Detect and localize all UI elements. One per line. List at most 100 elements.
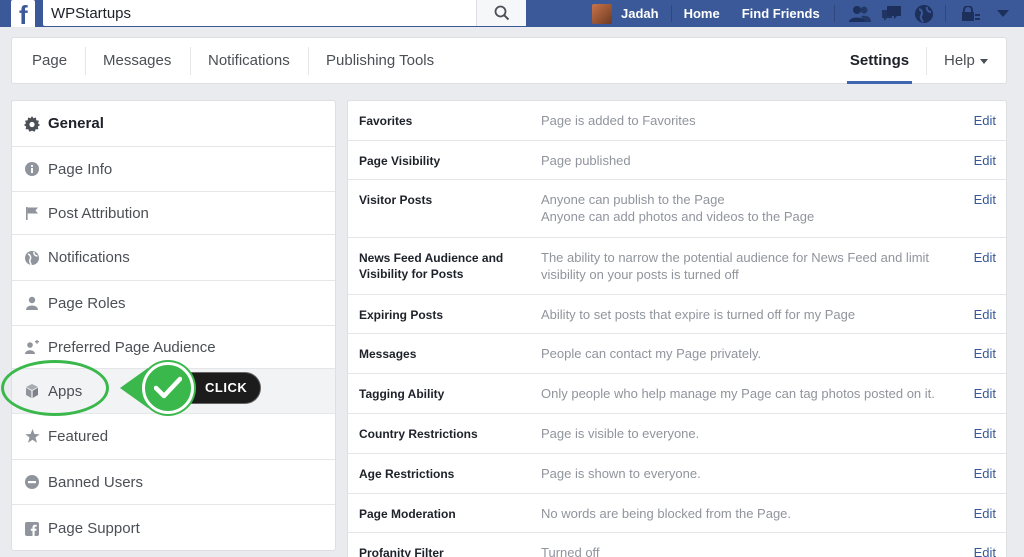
sidebar-item-label: Page Roles	[48, 294, 126, 312]
edit-link[interactable]: Edit	[974, 465, 996, 482]
settings-sidebar: General Page Info Post Attribution Notif…	[11, 100, 336, 551]
account-menu-icon[interactable]	[992, 4, 1014, 24]
row-value: Page is visible to everyone.	[541, 426, 700, 441]
tab-divider	[190, 47, 191, 75]
sidebar-item-page-roles[interactable]: Page Roles	[12, 281, 335, 326]
sidebar-item-notifications[interactable]: Notifications	[12, 235, 335, 281]
table-row: Messages People can contact my Page priv…	[348, 334, 1006, 374]
row-label: Page Visibility	[359, 154, 441, 168]
sidebar-item-featured[interactable]: Featured	[12, 414, 335, 460]
friend-requests-icon[interactable]	[848, 4, 871, 24]
edit-link[interactable]: Edit	[974, 345, 996, 362]
tab-settings[interactable]: Settings	[847, 38, 912, 84]
row-label: Messages	[359, 347, 417, 361]
highlight-ring	[1, 360, 109, 416]
tab-divider	[308, 47, 309, 75]
home-link[interactable]: Home	[684, 6, 720, 21]
row-value: Anyone can publish to the Page Anyone ca…	[541, 192, 815, 224]
edit-link[interactable]: Edit	[974, 505, 996, 522]
sidebar-item-label: Preferred Page Audience	[48, 338, 216, 356]
ban-icon	[24, 474, 40, 490]
sidebar-item-label: General	[48, 115, 104, 132]
sidebar-item-general[interactable]: General	[12, 101, 335, 147]
sidebar-item-label: Featured	[48, 428, 109, 445]
facebook-logo-icon[interactable]: f	[11, 0, 35, 28]
page-navigation: Page Messages Notifications Publishing T…	[11, 37, 1007, 84]
top-nav-right: Jadah Home Find Friends	[592, 0, 1024, 27]
edit-link[interactable]: Edit	[974, 544, 996, 557]
sidebar-item-page-info[interactable]: Page Info	[12, 147, 335, 192]
person-icon	[24, 295, 40, 311]
table-row: Favorites Page is added to Favorites Edi…	[348, 101, 1006, 141]
messages-icon[interactable]	[881, 4, 903, 24]
tab-messages[interactable]: Messages	[103, 38, 171, 83]
search-input[interactable]	[43, 0, 483, 26]
row-value: Turned off	[541, 545, 600, 557]
info-icon	[24, 161, 40, 177]
search-box	[43, 0, 526, 26]
search-icon	[494, 5, 509, 21]
row-value: Only people who help manage my Page can …	[541, 386, 935, 401]
find-friends-link[interactable]: Find Friends	[742, 6, 820, 21]
profile-link[interactable]: Jadah	[621, 6, 659, 21]
edit-link[interactable]: Edit	[974, 249, 996, 266]
table-row: Country Restrictions Page is visible to …	[348, 414, 1006, 454]
table-row: Tagging Ability Only people who help man…	[348, 374, 1006, 414]
table-row: Page Moderation No words are being block…	[348, 494, 1006, 533]
table-row: News Feed Audience and Visibility for Po…	[348, 238, 1006, 295]
row-label: Page Moderation	[359, 507, 456, 521]
row-value: No words are being blocked from the Page…	[541, 506, 792, 521]
nav-divider	[944, 5, 946, 22]
row-label: Country Restrictions	[359, 427, 478, 441]
tab-page[interactable]: Page	[32, 38, 67, 83]
edit-link[interactable]: Edit	[974, 112, 996, 129]
sidebar-item-post-attribution[interactable]: Post Attribution	[12, 192, 335, 235]
globe-icon	[24, 250, 40, 266]
help-label: Help	[944, 52, 975, 69]
table-row: Visitor Posts Anyone can publish to the …	[348, 180, 1006, 238]
row-value: Page is added to Favorites	[541, 113, 696, 128]
sidebar-item-page-support[interactable]: Page Support	[12, 505, 335, 550]
table-row: Expiring Posts Ability to set posts that…	[348, 295, 1006, 334]
edit-link[interactable]: Edit	[974, 306, 996, 323]
edit-link[interactable]: Edit	[974, 425, 996, 442]
avatar[interactable]	[592, 3, 612, 24]
row-value: Page is shown to everyone.	[541, 466, 701, 481]
tab-notifications[interactable]: Notifications	[208, 38, 290, 83]
tab-divider	[926, 47, 927, 75]
checkmark-icon	[142, 362, 194, 414]
table-row: Age Restrictions Page is shown to everyo…	[348, 454, 1006, 494]
tab-publishing-tools[interactable]: Publishing Tools	[326, 38, 434, 83]
row-label: Tagging Ability	[359, 387, 445, 401]
sidebar-item-banned-users[interactable]: Banned Users	[12, 460, 335, 505]
sidebar-item-label: Page Support	[48, 520, 140, 537]
row-label: Age Restrictions	[359, 467, 455, 481]
privacy-shortcuts-icon[interactable]	[960, 4, 982, 24]
settings-table: Favorites Page is added to Favorites Edi…	[347, 100, 1007, 557]
callout-text: CLICK	[205, 380, 248, 395]
sidebar-item-label: Post Attribution	[48, 204, 149, 222]
flag-icon	[24, 205, 40, 221]
help-menu[interactable]: Help	[944, 38, 988, 83]
globe-icon[interactable]	[913, 4, 935, 24]
row-label: News Feed Audience and Visibility for Po…	[359, 251, 504, 281]
edit-link[interactable]: Edit	[974, 191, 996, 208]
sidebar-item-label: Banned Users	[48, 473, 144, 491]
row-value: Page published	[541, 153, 631, 168]
chevron-down-icon	[979, 59, 988, 64]
nav-divider	[670, 5, 672, 22]
edit-link[interactable]: Edit	[974, 385, 996, 402]
audience-icon	[24, 339, 40, 355]
edit-link[interactable]: Edit	[974, 152, 996, 169]
sidebar-item-label: Notifications	[48, 249, 130, 266]
row-value: The ability to narrow the potential audi…	[541, 250, 930, 282]
row-label: Expiring Posts	[359, 308, 444, 322]
row-label: Profanity Filter	[359, 546, 444, 557]
table-row: Profanity Filter Turned off Edit	[348, 533, 1006, 557]
row-label: Visitor Posts	[359, 193, 433, 207]
row-value: Ability to set posts that expire is turn…	[541, 307, 856, 322]
search-button[interactable]	[476, 0, 526, 26]
star-icon	[24, 429, 40, 445]
facebook-icon	[24, 521, 40, 537]
nav-divider	[833, 5, 835, 22]
